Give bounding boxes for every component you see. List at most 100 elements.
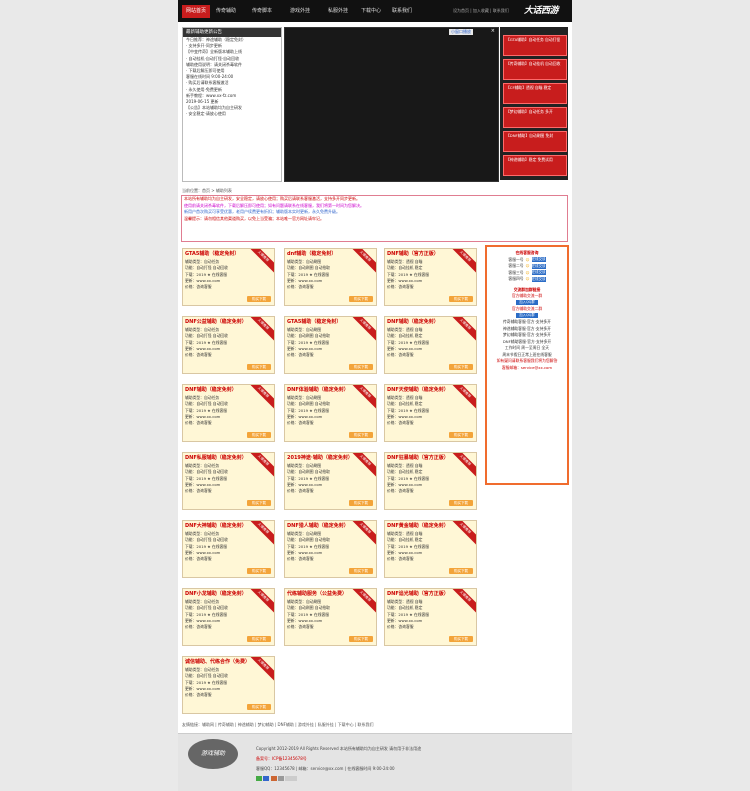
product-card[interactable]: DNF大神辅助（稳定免封） 辅助类型：自动任务 功能：自动打怪 自动回收 下载：201… [182, 520, 275, 578]
footer-contact: 客服QQ：12345678 | 邮箱：service@xx.com | 在线客服… [256, 766, 395, 771]
buy-download-button[interactable]: 购买下载 [247, 364, 271, 370]
close-icon[interactable]: × [491, 28, 495, 34]
qq-service-label: 客服一号 [508, 256, 524, 262]
friend-links[interactable]: 友情链接：辅助网 | 传奇辅助 | 神途辅助 | 梦幻辅助 | DNF辅助 | … [182, 722, 568, 728]
nav-item-home[interactable]: 网站首页 [182, 5, 211, 18]
product-detail-line: 价格：咨询客服 [287, 352, 314, 358]
qq-chat-button[interactable]: 在线交谈 [531, 257, 546, 262]
product-detail-line: 价格：咨询客服 [287, 284, 314, 290]
product-card[interactable]: DNF天使辅助（稳定免封） 辅助类型：透视 自瞄 功能：自动挂机 稳定 下载：2019… [384, 384, 477, 442]
buy-download-button[interactable]: 购买下载 [349, 636, 373, 642]
featured-link-button[interactable]: 【传奇辅助】自动挂机 自动回收 [503, 59, 567, 80]
product-detail-line: 价格：咨询客服 [387, 556, 414, 562]
product-detail-line: 价格：咨询客服 [387, 488, 414, 494]
product-card[interactable]: DNF私服辅助（稳定免封） 辅助类型：自动任务 功能：自动打怪 自动回收 下载：201… [182, 452, 275, 510]
qq-service-label: 客服二号 [508, 263, 524, 268]
product-card[interactable]: 代练辅助服务（公益免费） 辅助类型：自动刷图 功能：自动刷图 自动拾取 下载：2019… [284, 588, 377, 646]
featured-link-button[interactable]: 【神途辅助】稳定 免费试用 [503, 155, 567, 176]
product-card[interactable]: DNF辅助（官方正版） 辅助类型：透视 自瞄 功能：自动挂机 稳定 下载：2019 ★… [384, 248, 477, 306]
top-links[interactable]: 设为首页 | 加入收藏 | 联系我们 [453, 8, 509, 14]
news-box: 最新辅助更新公告 今日推荐：神途辅助（稳定免封） · 支持多开·同步更新 【中变传奇… [182, 27, 282, 182]
buy-download-button[interactable]: 购买下载 [449, 636, 473, 642]
product-detail-line: 价格：咨询客服 [185, 284, 212, 290]
buy-download-button[interactable]: 购买下载 [449, 568, 473, 574]
qq-avatar-icon: ☺ [525, 256, 530, 262]
product-detail-line: 价格：咨询客服 [387, 352, 414, 358]
qq-avatar-icon: ☺ [525, 263, 530, 268]
product-card[interactable]: DNF体验辅助（稳定免封） 辅助类型：自动刷图 功能：自动刷图 自动拾取 下载：201… [284, 384, 377, 442]
product-card[interactable]: DNF辅助（稳定免封） 辅助类型：透视 自瞄 功能：自动挂机 稳定 下载：2019 ★… [384, 316, 477, 374]
buy-download-button[interactable]: 购买下载 [247, 432, 271, 438]
page-frame: 网站首页 传奇辅助 传奇脚本 游戏外挂 私服外挂 下载中心 联系我们 设为首页 … [178, 0, 572, 791]
product-detail-line: 价格：咨询客服 [287, 624, 314, 630]
product-card[interactable]: GTA5辅助（稳定免封） 辅助类型：自动任务 功能：自动打怪 自动回收 下载：2019… [182, 248, 275, 306]
breadcrumb: 当前位置：首页 > 辅助列表 [182, 188, 232, 193]
footer-badges [256, 776, 298, 782]
mini-window-button[interactable]: 小窗口播放 [449, 29, 473, 35]
icp-text[interactable]: 备案号：ICP备12345678号 [256, 756, 307, 762]
news-box-header: 最新辅助更新公告 [183, 28, 281, 37]
site-logo[interactable]: 大话西游 [524, 3, 568, 20]
buy-download-button[interactable]: 购买下载 [349, 500, 373, 506]
product-card[interactable]: 2019神途·辅助（稳定免封） 辅助类型：自动刷图 功能：自动刷图 自动拾取 下载：2… [284, 452, 377, 510]
product-card[interactable]: DNF狂暴辅助（官方正版） 辅助类型：透视 自瞄 功能：自动挂机 稳定 下载：2019… [384, 452, 477, 510]
customer-service-panel: 在线客服咨询 客服一号 ☺ 在线交谈 客服二号 ☺ 在线交谈 客服三号 ☺ 在线交谈 客服四号 ☺ 在线… [485, 245, 569, 485]
product-card[interactable]: DNF猎人辅助（稳定免封） 辅助类型：自动刷图 功能：自动刷图 自动拾取 下载：201… [284, 520, 377, 578]
buy-download-button[interactable]: 购买下载 [449, 364, 473, 370]
nav-item-private-server[interactable]: 私服外挂 [328, 7, 348, 16]
qq-chat-button[interactable]: 在线交谈 [531, 276, 546, 282]
nav-item-cheats[interactable]: 传奇辅助 [216, 7, 236, 16]
buy-download-button[interactable]: 购买下载 [349, 432, 373, 438]
buy-download-button[interactable]: 购买下载 [247, 704, 271, 710]
buy-download-button[interactable]: 购买下载 [449, 432, 473, 438]
qq-chat-button[interactable]: 在线交谈 [531, 270, 546, 275]
featured-link-button[interactable]: 【梦幻辅助】自动任务 多开 [503, 107, 567, 128]
buy-download-button[interactable]: 购买下载 [247, 568, 271, 574]
buy-download-button[interactable]: 购买下载 [349, 364, 373, 370]
product-card[interactable]: DNF小龙辅助（稳定免封） 辅助类型：自动任务 功能：自动打怪 自动回收 下载：201… [182, 588, 275, 646]
nav-item-contact[interactable]: 联系我们 [392, 7, 412, 16]
product-card[interactable]: DNF公益辅助（稳定免封） 辅助类型：自动任务 功能：自动打怪 自动回收 下载：201… [182, 316, 275, 374]
news-list: 今日推荐：神途辅助（稳定免封） · 支持多开·同步更新 【中变传奇】全新版本辅助上线… [183, 37, 281, 118]
nav-item-scripts[interactable]: 传奇脚本 [252, 7, 272, 16]
footer-logo: 游戏辅助 [188, 739, 238, 769]
product-detail-line: 价格：咨询客服 [387, 284, 414, 290]
featured-link-button[interactable]: 【GTA辅助】自动任务 自动打怪 [503, 35, 567, 56]
buy-download-button[interactable]: 购买下载 [349, 568, 373, 574]
nav-item-download[interactable]: 下载中心 [361, 7, 381, 16]
featured-link-button[interactable]: 【CF辅助】透视 自瞄 稳定 [503, 83, 567, 104]
buy-download-button[interactable]: 购买下载 [349, 296, 373, 302]
video-player[interactable]: 小窗口播放 × [284, 27, 499, 182]
join-group-button[interactable]: 加入QQ群 [516, 313, 538, 318]
buy-download-button[interactable]: 购买下载 [247, 636, 271, 642]
product-card[interactable]: DNF辅助（稳定免封） 辅助类型：自动任务 功能：自动打怪 自动回收 下载：2019 … [182, 384, 275, 442]
qq-chat-button[interactable]: 在线交谈 [531, 263, 546, 269]
product-detail-line: 价格：咨询客服 [185, 692, 212, 698]
footer: 游戏辅助 Copyright 2012-2019 All Rights Rese… [178, 733, 572, 791]
product-card[interactable]: dnf辅助（稳定免封） 辅助类型：自动刷图 功能：自动刷图 自动拾取 下载：2019 … [284, 248, 377, 306]
nav-item-plugins[interactable]: 游戏外挂 [290, 7, 310, 16]
product-detail-line: 价格：咨询客服 [287, 420, 314, 426]
product-detail-line: 价格：咨询客服 [287, 488, 314, 494]
qq-service-label: 客服四号 [508, 276, 524, 281]
top-navigation-bar: 网站首页 传奇辅助 传奇脚本 游戏外挂 私服外挂 下载中心 联系我们 设为首页 … [178, 0, 572, 22]
news-item[interactable]: · 安全稳定·请放心使用 [183, 111, 281, 117]
product-card[interactable]: DNF黄金辅助（稳定免封） 辅助类型：透视 自瞄 功能：自动挂机 稳定 下载：2019… [384, 520, 477, 578]
buy-download-button[interactable]: 购买下载 [247, 500, 271, 506]
notice-line: 温馨提示：请勿相信其他渠道购买，以免上当受骗；本站唯一官方网址请牢记。 [184, 215, 324, 221]
join-group-button[interactable]: 加入QQ群 [516, 300, 538, 305]
product-card[interactable]: GTA5辅助（稳定免封） 辅助类型：自动刷图 功能：自动刷图 自动拾取 下载：2019… [284, 316, 377, 374]
service-info-line: 如有疑问请联系客服我们将为您解答 [496, 358, 558, 363]
product-card[interactable]: DNF追光辅助（官方正版） 辅助类型：透视 自瞄 功能：自动挂机 稳定 下载：2019… [384, 588, 477, 646]
copyright-text: Copyright 2012-2019 All Rights Reserved … [256, 746, 422, 751]
buy-download-button[interactable]: 购买下载 [449, 296, 473, 302]
product-card[interactable]: 诚信辅助、代练合作（免费） 辅助类型：自动任务 功能：自动打怪 自动回收 下载：201… [182, 656, 275, 714]
product-detail-line: 价格：咨询客服 [185, 488, 212, 494]
featured-links: 【GTA辅助】自动任务 自动打怪 【传奇辅助】自动挂机 自动回收 【CF辅助】透视 … [500, 27, 568, 180]
buy-download-button[interactable]: 购买下载 [449, 500, 473, 506]
featured-link-button[interactable]: 【DNF辅助】自动刷图 免封 [503, 131, 567, 152]
buy-download-button[interactable]: 购买下载 [247, 296, 271, 302]
product-detail-line: 价格：咨询客服 [287, 556, 314, 562]
product-detail-line: 价格：咨询客服 [185, 556, 212, 562]
qq-service-label: 客服三号 [508, 269, 524, 275]
